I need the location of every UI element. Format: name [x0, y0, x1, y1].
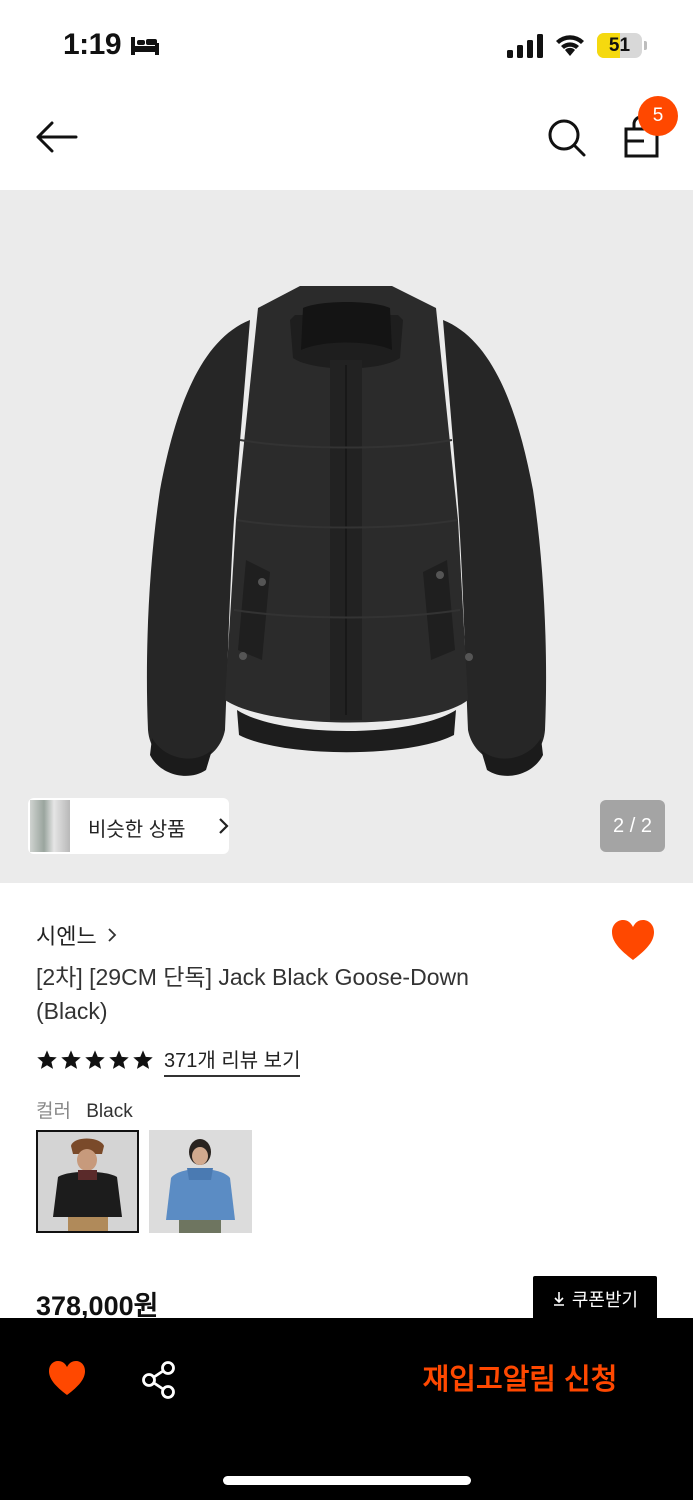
- color-swatch-black[interactable]: [36, 1130, 139, 1233]
- product-title: [2차] [29CM 단독] Jack Black Goose-Down (Bl…: [36, 964, 469, 1024]
- image-page-counter: 2 / 2: [600, 800, 665, 852]
- star-icon: [133, 1050, 153, 1069]
- star-icon: [85, 1050, 105, 1069]
- bottom-action-bar: 재입고알림 신청: [0, 1318, 693, 1500]
- nav-bar: [0, 92, 693, 190]
- color-row: 컬러 Black: [36, 1096, 133, 1123]
- heart-icon[interactable]: [47, 1359, 87, 1397]
- cart-count-badge: 5: [638, 96, 678, 136]
- chevron-right-icon: [219, 818, 229, 834]
- blue-jacket-model-image: [149, 1130, 252, 1233]
- signal-icon: [507, 34, 543, 58]
- color-label: 컬러: [36, 1101, 71, 1122]
- similar-product-thumbnail: [30, 800, 70, 852]
- battery-level: 51: [608, 35, 631, 56]
- bed-icon: [131, 37, 159, 55]
- download-arrow-icon: [553, 1292, 564, 1306]
- star-icon: [37, 1050, 57, 1069]
- battery-indicator: 51: [597, 33, 647, 58]
- coupon-label: 쿠폰받기: [571, 1290, 639, 1310]
- coupon-download-button[interactable]: 쿠폰받기: [533, 1276, 657, 1322]
- color-swatch-blue[interactable]: [149, 1130, 252, 1233]
- similar-products-button[interactable]: 비슷한 상품: [28, 798, 229, 854]
- status-bar: 1:19 51: [0, 0, 693, 92]
- share-icon[interactable]: [140, 1360, 178, 1400]
- back-arrow-icon[interactable]: [32, 114, 82, 160]
- restock-alert-button[interactable]: 재입고알림 신청: [380, 1348, 660, 1412]
- status-time: 1:19: [63, 28, 122, 61]
- color-value: Black: [86, 1101, 133, 1122]
- star-icon: [109, 1050, 129, 1069]
- rating-row: 371개 리뷰 보기: [36, 1044, 301, 1077]
- home-indicator: [223, 1476, 471, 1485]
- chevron-right-icon: [108, 928, 117, 942]
- black-jacket-model-image: [38, 1132, 137, 1231]
- wifi-icon: [556, 35, 584, 56]
- product-jacket-image: [146, 286, 547, 776]
- brand-link[interactable]: 시엔느: [36, 920, 117, 950]
- review-link[interactable]: 371개 리뷰 보기: [164, 1044, 301, 1077]
- star-icon: [61, 1050, 81, 1069]
- battery-body: 51: [597, 33, 642, 58]
- similar-products-label: 비슷한 상품: [88, 819, 186, 841]
- heart-icon[interactable]: [610, 918, 656, 962]
- product-image-gallery[interactable]: 비슷한 상품 2 / 2: [0, 190, 693, 883]
- brand-name: 시엔느: [36, 924, 97, 949]
- battery-cap: [644, 41, 647, 50]
- star-rating: [36, 1049, 156, 1071]
- search-icon[interactable]: [544, 114, 590, 160]
